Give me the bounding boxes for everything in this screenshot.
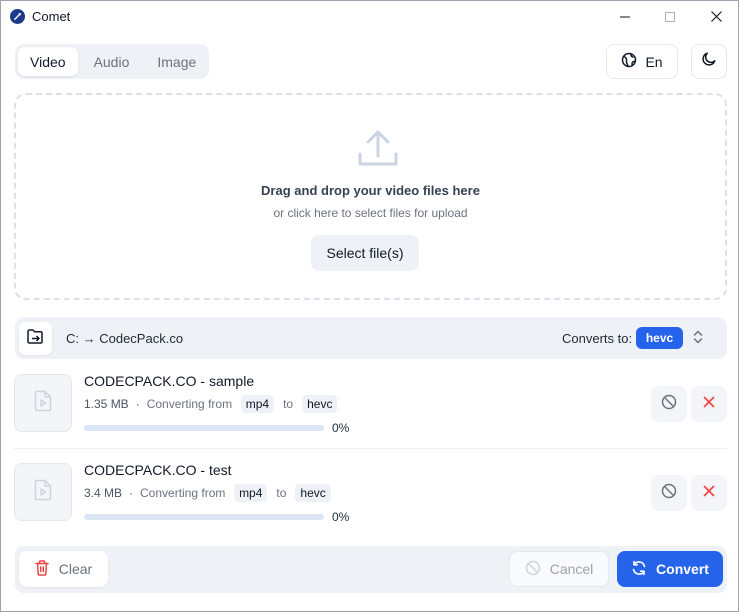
file-thumbnail xyxy=(14,463,72,521)
file-list-item: CODECPACK.CO - test 3.4 MB · Converting … xyxy=(14,462,727,528)
cancel-label: Cancel xyxy=(549,561,594,577)
target-format-badge: hevc xyxy=(302,395,338,413)
list-divider xyxy=(14,448,727,449)
app-window: Comet Video Audio Image En Drag and drop… xyxy=(0,0,739,612)
folder-open-icon xyxy=(27,328,44,349)
clear-button[interactable]: Clear xyxy=(19,551,108,587)
source-format-badge: mp4 xyxy=(234,484,268,502)
upload-icon xyxy=(356,126,400,175)
output-settings-bar: C: → CodecPack.co Converts to: hevc xyxy=(15,317,727,359)
title-bar: Comet xyxy=(1,1,738,32)
file-name: CODECPACK.CO - sample xyxy=(84,373,255,389)
source-format-badge: mp4 xyxy=(240,395,275,413)
progress-bar xyxy=(84,425,324,431)
refresh-icon xyxy=(631,560,647,579)
convert-button[interactable]: Convert xyxy=(617,551,723,587)
video-file-icon xyxy=(34,479,52,506)
ban-icon xyxy=(661,483,677,504)
file-meta: 3.4 MB · Converting from mp4 to hevc xyxy=(84,483,333,503)
close-window-button[interactable] xyxy=(693,1,739,32)
file-name: CODECPACK.CO - test xyxy=(84,462,232,478)
file-thumbnail xyxy=(14,374,72,432)
theme-toggle-button[interactable] xyxy=(691,44,727,79)
moon-icon xyxy=(701,51,717,72)
file-size: 3.4 MB xyxy=(84,486,123,500)
remove-file-button[interactable] xyxy=(691,475,727,511)
meta-separator: · xyxy=(129,486,134,500)
action-bar: Clear Cancel Convert xyxy=(15,546,727,593)
conversion-status: Converting from xyxy=(146,397,233,411)
choose-output-folder-button[interactable] xyxy=(19,322,52,355)
globe-icon xyxy=(621,52,637,71)
ban-icon xyxy=(525,560,541,579)
window-title: Comet xyxy=(32,9,71,24)
media-type-tabs: Video Audio Image xyxy=(15,44,209,79)
maximize-button[interactable] xyxy=(647,1,693,32)
tab-image[interactable]: Image xyxy=(145,47,208,76)
x-icon xyxy=(703,484,715,502)
progress-bar xyxy=(84,514,324,520)
ban-icon xyxy=(661,394,677,415)
file-size: 1.35 MB xyxy=(84,397,129,411)
meta-separator: · xyxy=(135,397,140,411)
conversion-status: Converting from xyxy=(140,486,226,500)
cancel-file-button[interactable] xyxy=(651,386,687,422)
clear-label: Clear xyxy=(58,561,93,577)
progress-percent: 0% xyxy=(332,510,350,524)
output-path: C: → CodecPack.co xyxy=(66,331,184,346)
to-label: to xyxy=(276,486,287,500)
language-label: En xyxy=(645,53,663,70)
file-meta: 1.35 MB · Converting from mp4 to hevc xyxy=(84,394,339,414)
minimize-button[interactable] xyxy=(602,1,648,32)
file-list-item: CODECPACK.CO - sample 1.35 MB · Converti… xyxy=(14,373,727,439)
tab-audio[interactable]: Audio xyxy=(82,47,142,76)
x-icon xyxy=(703,395,715,413)
convert-label: Convert xyxy=(656,561,709,577)
select-files-button[interactable]: Select file(s) xyxy=(311,235,419,271)
trash-icon xyxy=(35,559,49,579)
language-button[interactable]: En xyxy=(606,44,678,79)
to-label: to xyxy=(283,397,294,411)
progress-percent: 0% xyxy=(332,421,350,435)
converts-to-label: Converts to: xyxy=(562,331,633,346)
remove-file-button[interactable] xyxy=(691,386,727,422)
video-file-icon xyxy=(34,390,52,417)
cancel-all-button[interactable]: Cancel xyxy=(509,551,609,587)
tab-video[interactable]: Video xyxy=(18,47,78,76)
dropzone-title: Drag and drop your video files here xyxy=(261,183,480,198)
target-format-badge: hevc xyxy=(295,484,331,502)
comet-app-icon xyxy=(10,9,25,24)
file-dropzone[interactable]: Drag and drop your video files here or c… xyxy=(14,93,727,300)
cancel-file-button[interactable] xyxy=(651,475,687,511)
dropzone-subtitle: or click here to select files for upload xyxy=(273,206,468,220)
target-format-select[interactable]: hevc xyxy=(636,327,683,349)
chevron-up-down-icon[interactable] xyxy=(692,329,704,350)
